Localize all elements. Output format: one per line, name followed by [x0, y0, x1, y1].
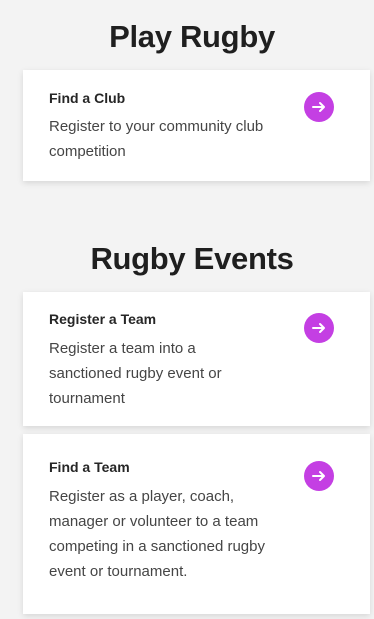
find-a-club-card[interactable]: Find a Club Register to your community c…: [23, 70, 370, 181]
register-a-team-card[interactable]: Register a Team Register a team into a s…: [23, 292, 370, 426]
find-a-club-arrow-button[interactable]: [304, 92, 334, 122]
register-a-team-arrow-button[interactable]: [304, 313, 334, 343]
arrow-right-icon: [312, 323, 325, 333]
card-heading: Find a Team: [49, 459, 130, 475]
card-description: Register a team into a sanctioned rugby …: [49, 340, 222, 407]
arrow-right-icon: [312, 471, 325, 481]
card-description: Register to your community club competit…: [49, 118, 264, 160]
card-description: Register as a player, coach, manager or …: [49, 488, 265, 580]
find-a-team-arrow-button[interactable]: [304, 461, 334, 491]
card-heading: Register a Team: [49, 311, 157, 327]
section-title-play-rugby: Play Rugby: [109, 19, 275, 54]
page-content: Play Rugby Find a Club Register to your …: [10, 0, 374, 619]
arrow-right-icon: [312, 102, 325, 112]
find-a-team-card[interactable]: Find a Team Register as a player, coach,…: [23, 434, 370, 614]
card-heading: Find a Club: [49, 90, 126, 106]
section-title-rugby-events: Rugby Events: [90, 241, 294, 276]
